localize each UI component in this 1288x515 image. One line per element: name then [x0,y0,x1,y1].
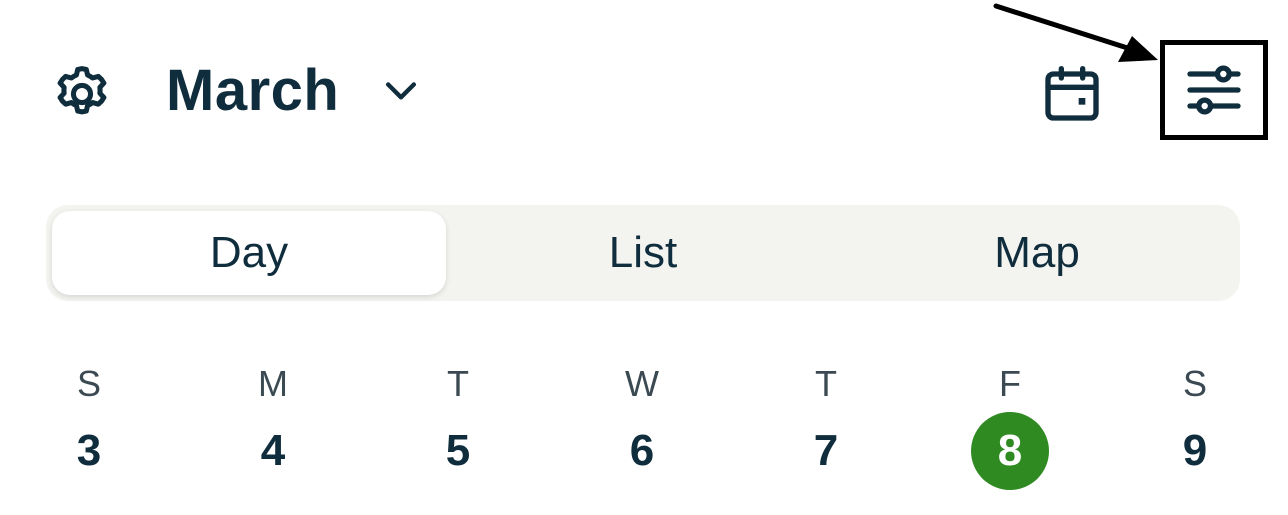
day-of-week-label: F [999,363,1021,404]
tab-map[interactable]: Map [840,211,1234,295]
day-mon[interactable]: M 4 [228,360,318,490]
date-number: 3 [76,426,102,475]
day-tue[interactable]: T 5 [413,360,503,490]
month-selector[interactable]: March [166,54,423,126]
month-title: March [166,57,340,123]
day-thu[interactable]: T 7 [781,360,871,490]
day-of-week-label: M [258,363,288,404]
gear-icon[interactable] [50,62,114,126]
filter-button[interactable] [1160,40,1268,140]
date-number: 9 [1182,426,1208,475]
week-strip: S 3 M 4 T 5 W 6 T 7 F 8 S 9 [0,360,1288,490]
date-number: 4 [260,426,286,475]
tab-day[interactable]: Day [52,211,446,295]
selected-day-indicator: 8 [971,412,1049,490]
day-of-week-label: W [625,363,659,404]
sliders-icon [1187,65,1241,115]
date-number: 8 [997,426,1023,475]
view-segmented-control: Day List Map [46,205,1240,301]
date-number: 6 [629,426,655,475]
day-of-week-label: T [447,363,469,404]
day-of-week-label: S [76,363,101,404]
header: March [0,0,1288,180]
day-of-week-label: S [1182,363,1207,404]
date-number: 7 [813,426,839,475]
day-fri-selected[interactable]: F 8 [965,360,1055,490]
day-of-week-label: T [815,363,837,404]
annotation-arrow-icon [993,3,1158,62]
day-sun[interactable]: S 3 [44,360,134,490]
day-sat[interactable]: S 9 [1150,360,1240,490]
day-wed[interactable]: W 6 [597,360,687,490]
tab-list[interactable]: List [446,211,840,295]
date-number: 5 [445,426,471,475]
chevron-down-icon [386,82,417,100]
